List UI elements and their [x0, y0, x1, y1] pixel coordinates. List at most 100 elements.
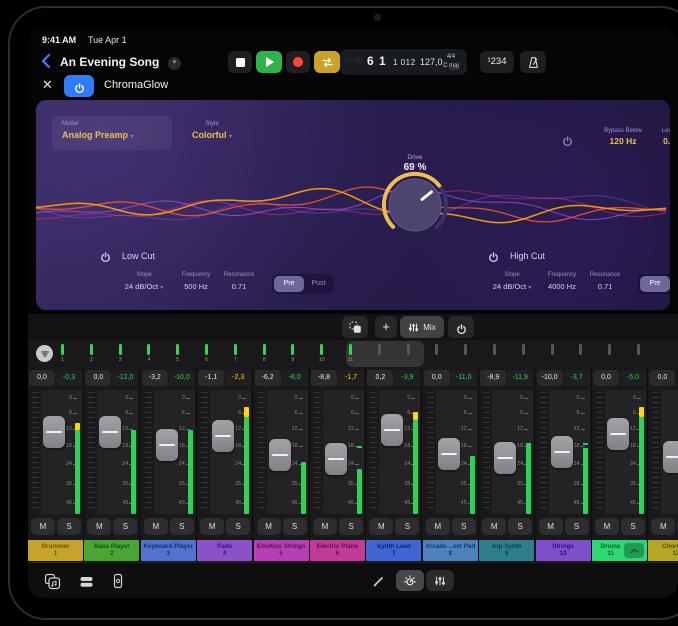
paste-button[interactable]: [342, 316, 368, 338]
overview-channel-tick[interactable]: [176, 344, 179, 355]
channel-overview[interactable]: 1234567891011: [28, 340, 678, 368]
overview-channel-tick[interactable]: [435, 344, 438, 355]
plugin-power-button[interactable]: [64, 75, 94, 97]
volume-value[interactable]: -3,2: [142, 370, 168, 386]
solo-button[interactable]: S: [565, 518, 589, 535]
volume-value[interactable]: -10,0: [537, 370, 563, 386]
low-cut-post-button[interactable]: Post: [305, 276, 332, 292]
mute-button[interactable]: M: [31, 518, 55, 535]
track-name-plate[interactable]: Arp Synth9: [479, 540, 534, 561]
back-icon[interactable]: [40, 53, 52, 69]
fader-handle[interactable]: [99, 416, 121, 448]
track-name-plate[interactable]: Bass Player2: [84, 540, 139, 561]
solo-button[interactable]: S: [395, 518, 419, 535]
fader-handle[interactable]: [551, 436, 573, 468]
fader-handle[interactable]: [212, 420, 234, 452]
solo-button[interactable]: S: [339, 518, 363, 535]
solo-button[interactable]: S: [170, 518, 194, 535]
overview-channel-tick[interactable]: [522, 344, 525, 355]
overview-channel-tick[interactable]: [320, 344, 323, 355]
overview-thumb[interactable]: [346, 341, 424, 367]
low-cut-resonance-value[interactable]: 0.71: [212, 282, 266, 291]
track-name-plate[interactable]: Arcade…eet Pad8: [423, 540, 478, 561]
overview-channel-tick[interactable]: [119, 344, 122, 355]
mute-button[interactable]: M: [426, 518, 450, 535]
chevron-down-icon[interactable]: ▾: [168, 57, 181, 70]
fader-handle[interactable]: [325, 443, 347, 475]
overview-channel-tick[interactable]: [61, 344, 64, 355]
volume-value[interactable]: 0,0: [29, 370, 55, 386]
overview-channel-tick[interactable]: [234, 344, 237, 355]
collapse-chevron-button[interactable]: [624, 543, 644, 558]
volume-value[interactable]: 0,0: [649, 370, 675, 386]
volume-value[interactable]: 0,0: [424, 370, 450, 386]
high-cut-power-icon[interactable]: [488, 250, 499, 261]
overview-channel-tick[interactable]: [407, 344, 410, 355]
track-name-plate[interactable]: Electric Piano6: [310, 540, 365, 561]
track-name-plate[interactable]: Drums11: [592, 540, 647, 561]
fader-handle[interactable]: [607, 418, 629, 450]
solo-button[interactable]: S: [283, 518, 307, 535]
mute-button[interactable]: M: [369, 518, 393, 535]
level-control[interactable]: Level 0.0: [646, 120, 670, 146]
record-button[interactable]: [286, 51, 310, 73]
fader-handle[interactable]: [381, 414, 403, 446]
fader-handle[interactable]: [43, 416, 65, 448]
track-name-plate[interactable]: Emotion Strings5: [254, 540, 309, 561]
high-cut-pre-button[interactable]: Pre: [640, 276, 670, 292]
recorder-button[interactable]: [108, 571, 128, 591]
volume-value[interactable]: 0,0: [593, 370, 619, 386]
close-icon[interactable]: ✕: [42, 77, 53, 93]
mute-button[interactable]: M: [144, 518, 168, 535]
overview-channel-tick[interactable]: [464, 344, 467, 355]
track-name-plate[interactable]: Synth Lead7: [366, 540, 421, 561]
volume-value[interactable]: -8,8: [311, 370, 337, 386]
overview-channel-tick[interactable]: [90, 344, 93, 355]
solo-button[interactable]: S: [57, 518, 81, 535]
track-name-plate[interactable]: Chorus V12: [648, 540, 678, 561]
mute-button[interactable]: M: [257, 518, 281, 535]
metronome-button[interactable]: [520, 51, 546, 73]
mute-button[interactable]: M: [87, 518, 111, 535]
overview-channel-tick[interactable]: [579, 344, 582, 355]
model-selector[interactable]: Model Analog Preamp ▾: [52, 116, 172, 150]
overview-channel-tick[interactable]: [608, 344, 611, 355]
song-title[interactable]: An Evening Song: [60, 55, 159, 69]
solo-button[interactable]: S: [621, 518, 645, 535]
mixer-power-button[interactable]: [448, 316, 474, 338]
mix-toggle-button[interactable]: Mix: [400, 316, 444, 338]
fader-handle[interactable]: [438, 438, 460, 470]
overview-channel-tick[interactable]: [263, 344, 266, 355]
low-cut-power-icon[interactable]: [100, 250, 111, 261]
mute-button[interactable]: M: [651, 518, 675, 535]
play-button[interactable]: [256, 51, 282, 73]
solo-button[interactable]: S: [226, 518, 250, 535]
drive-knob[interactable]: [377, 167, 453, 243]
mute-button[interactable]: M: [595, 518, 619, 535]
mute-button[interactable]: M: [482, 518, 506, 535]
volume-value[interactable]: -1,1: [198, 370, 224, 386]
filter-button[interactable]: [36, 345, 53, 362]
mute-button[interactable]: M: [313, 518, 337, 535]
plugins-button[interactable]: [76, 571, 96, 591]
count-in-button[interactable]: ¹234: [480, 51, 514, 73]
low-cut-slope-value[interactable]: 24 dB/Oct ▾: [112, 282, 176, 291]
lcd-display[interactable]: 00:00 6 1 1 012 127,0 4/4C maj MIDI: [340, 49, 467, 75]
overview-channel-tick[interactable]: [551, 344, 554, 355]
overview-channel-tick[interactable]: [291, 344, 294, 355]
volume-value[interactable]: -6,2: [255, 370, 281, 386]
volume-value[interactable]: 0,0: [85, 370, 111, 386]
cycle-button[interactable]: [314, 51, 340, 73]
style-selector[interactable]: Style Colorful ▾: [176, 116, 248, 150]
overview-channel-tick[interactable]: [637, 344, 640, 355]
overview-channel-tick[interactable]: [378, 344, 381, 355]
low-cut-pre-button[interactable]: Pre: [274, 276, 304, 292]
loop-browser-button[interactable]: [42, 571, 62, 591]
bypass-power-icon[interactable]: [562, 134, 573, 145]
high-cut-resonance-value[interactable]: 0.71: [578, 282, 632, 291]
track-name-plate[interactable]: Keyboard Player3: [141, 540, 196, 561]
solo-button[interactable]: S: [508, 518, 532, 535]
overview-channel-tick[interactable]: [147, 344, 150, 355]
solo-button[interactable]: S: [113, 518, 137, 535]
fader-handle[interactable]: [156, 429, 178, 461]
